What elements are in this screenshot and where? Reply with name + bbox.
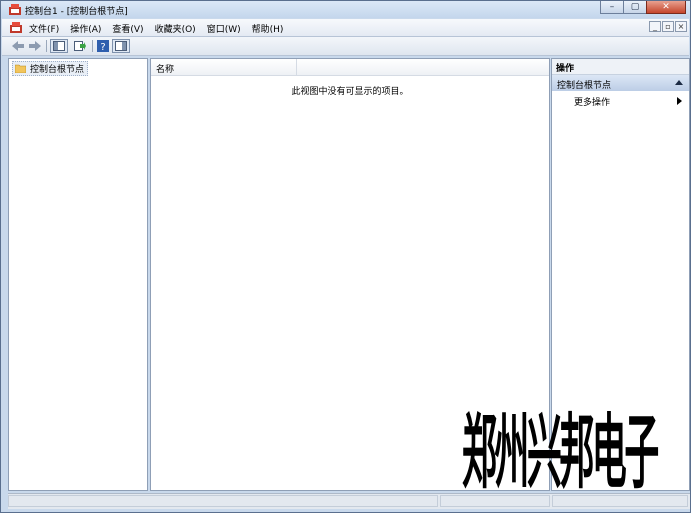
list-header: 名称 bbox=[151, 59, 549, 76]
help-button[interactable]: ? bbox=[96, 39, 110, 53]
menu-file[interactable]: 文件(F) bbox=[29, 22, 59, 35]
column-header-name[interactable]: 名称 bbox=[156, 62, 174, 75]
show-hide-action-pane-button[interactable] bbox=[112, 39, 130, 53]
menu-favorites[interactable]: 收藏夹(O) bbox=[155, 22, 196, 35]
minimize-button[interactable]: – bbox=[600, 1, 624, 14]
export-list-icon bbox=[74, 41, 86, 51]
window-controls: – ▢ ✕ bbox=[600, 1, 686, 16]
show-hide-tree-icon bbox=[53, 41, 65, 51]
menu-action[interactable]: 操作(A) bbox=[70, 22, 101, 35]
svg-text:?: ? bbox=[100, 42, 105, 52]
actions-section-console-root[interactable]: 控制台根节点 bbox=[552, 75, 689, 91]
actions-header: 操作 bbox=[552, 59, 689, 75]
folder-icon bbox=[15, 64, 26, 73]
menu-view[interactable]: 查看(V) bbox=[112, 22, 143, 35]
mdi-restore-button[interactable]: ▫ bbox=[662, 21, 674, 32]
tree-item-label: 控制台根节点 bbox=[30, 65, 85, 75]
title-bar[interactable]: 控制台1 - [控制台根节点] – ▢ ✕ bbox=[1, 1, 690, 18]
back-arrow-icon bbox=[12, 41, 24, 51]
status-segment bbox=[8, 495, 438, 507]
submenu-arrow-icon bbox=[677, 97, 682, 105]
window-title: 控制台1 - [控制台根节点] bbox=[25, 7, 128, 17]
menu-bar: 文件(F) 操作(A) 查看(V) 收藏夹(O) 窗口(W) 帮助(H) _ ▫… bbox=[2, 19, 689, 37]
close-button[interactable]: ✕ bbox=[646, 1, 686, 14]
export-list-button[interactable] bbox=[72, 39, 88, 53]
toolbar: ? bbox=[2, 37, 689, 56]
menu-help[interactable]: 帮助(H) bbox=[252, 22, 284, 35]
actions-section-label: 控制台根节点 bbox=[557, 81, 612, 91]
tree-item-console-root[interactable]: 控制台根节点 bbox=[12, 61, 89, 76]
show-hide-action-pane-icon bbox=[115, 41, 127, 51]
watermark-text: 郑州兴邦电子 bbox=[462, 406, 659, 501]
action-item-label: 更多操作 bbox=[574, 98, 611, 108]
mdi-close-button[interactable]: × bbox=[675, 21, 687, 32]
menu-items: 文件(F) 操作(A) 查看(V) 收藏夹(O) 窗口(W) 帮助(H) bbox=[29, 22, 294, 35]
toolbar-separator bbox=[46, 40, 47, 52]
show-hide-tree-button[interactable] bbox=[50, 39, 68, 53]
menu-window[interactable]: 窗口(W) bbox=[207, 22, 241, 35]
help-icon: ? bbox=[97, 40, 109, 52]
collapse-triangle-icon[interactable] bbox=[675, 80, 683, 85]
mmc-app-icon bbox=[9, 4, 21, 15]
column-divider[interactable] bbox=[296, 59, 297, 75]
forward-arrow-icon bbox=[29, 41, 41, 51]
empty-list-message: 此视图中没有可显示的项目。 bbox=[291, 87, 409, 97]
back-button[interactable] bbox=[11, 39, 25, 53]
mdi-controls: _ ▫ × bbox=[648, 21, 687, 32]
actions-header-label: 操作 bbox=[556, 64, 575, 74]
console-tree-pane: 控制台根节点 bbox=[8, 58, 148, 491]
action-more-actions[interactable]: 更多操作 bbox=[574, 95, 686, 108]
forward-button[interactable] bbox=[28, 39, 42, 53]
mdi-minimize-button[interactable]: _ bbox=[649, 21, 661, 32]
mmc-document-icon[interactable] bbox=[10, 22, 22, 33]
maximize-button[interactable]: ▢ bbox=[623, 1, 647, 14]
toolbar-separator bbox=[92, 40, 93, 52]
